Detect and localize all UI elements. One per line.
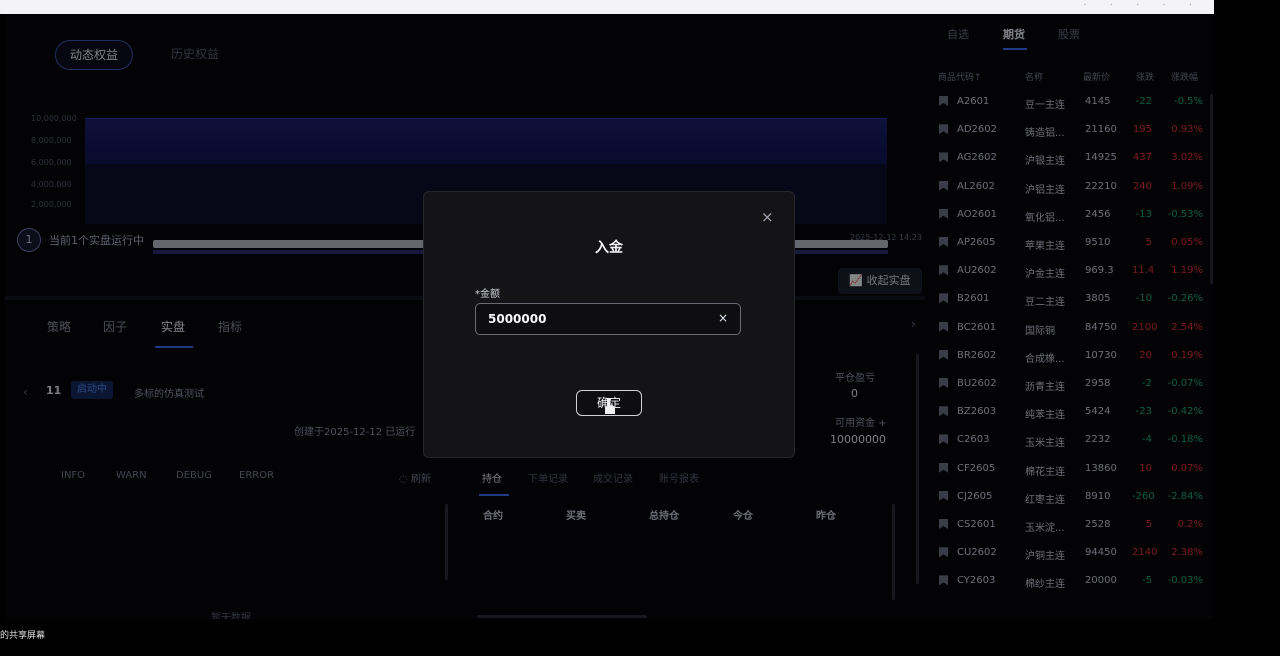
amount-input[interactable]: 5000000 × <box>475 303 741 335</box>
close-icon[interactable]: × <box>761 208 774 226</box>
clear-icon[interactable]: × <box>718 311 728 325</box>
browser-top-strip: · · · · · <box>0 0 1214 14</box>
toolbar-icons: · · · · · <box>1083 0 1202 11</box>
screen-bottom-bar <box>0 619 1280 656</box>
deposit-dialog: × 入金 *金额 5000000 × 确定 <box>423 191 795 458</box>
screen-right-margin <box>1214 0 1280 656</box>
screen-share-label: 的共享屏幕 <box>0 631 46 641</box>
dialog-title: 入金 <box>595 240 623 256</box>
amount-value[interactable]: 5000000 <box>488 312 546 326</box>
amount-label: *金额 <box>475 289 500 300</box>
